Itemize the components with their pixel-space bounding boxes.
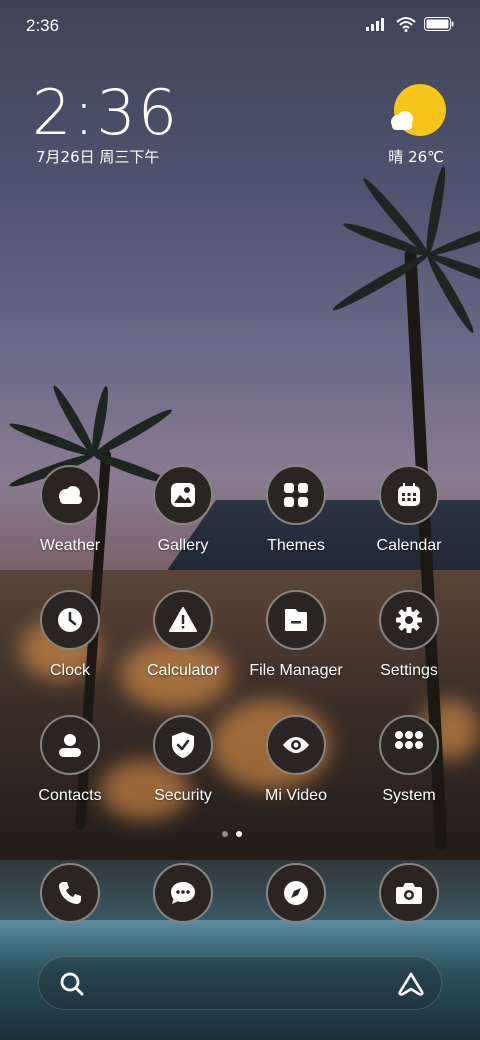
- app-settings[interactable]: Settings: [354, 590, 464, 680]
- app-mi-video[interactable]: Mi Video: [241, 715, 351, 805]
- weather-widget[interactable]: [386, 84, 446, 149]
- page-dot-active[interactable]: [236, 831, 242, 837]
- camera-icon[interactable]: [379, 863, 439, 923]
- file-manager-icon: [266, 590, 326, 650]
- compass-icon[interactable]: [266, 863, 326, 923]
- app-label: Calendar: [376, 537, 442, 554]
- app-security[interactable]: Security: [128, 715, 238, 805]
- page-indicator: [222, 831, 242, 837]
- app-label: Contacts: [38, 787, 102, 804]
- folder-icon: [379, 715, 439, 775]
- app-contacts[interactable]: Contacts: [15, 715, 125, 805]
- app-calendar[interactable]: Calendar: [354, 465, 464, 555]
- clock-icon: [40, 590, 100, 650]
- app-label: Weather: [39, 537, 101, 554]
- app-folder-system[interactable]: System: [354, 715, 464, 805]
- weather-icon: [40, 465, 100, 525]
- gallery-icon: [153, 465, 213, 525]
- weather-temperature: 26℃: [408, 148, 444, 166]
- status-icons: [366, 16, 454, 32]
- calendar-icon: [379, 465, 439, 525]
- app-weather[interactable]: Weather: [15, 465, 125, 555]
- app-label: Clock: [49, 662, 90, 679]
- app-label: System: [382, 787, 436, 804]
- weather-widget-text[interactable]: 晴 26℃: [388, 146, 444, 167]
- status-bar: 2:36: [0, 0, 480, 50]
- search-icon[interactable]: [59, 971, 85, 1002]
- gear-icon: [379, 590, 439, 650]
- phone-icon[interactable]: [40, 863, 100, 923]
- search-bar[interactable]: [38, 956, 442, 1010]
- app-label: Mi Video: [265, 787, 327, 804]
- clock-widget-time[interactable]: 2:36: [32, 76, 179, 149]
- wifi-icon: [396, 17, 416, 32]
- battery-icon: [424, 17, 454, 31]
- app-label: Settings: [380, 662, 438, 679]
- app-clock[interactable]: Clock: [15, 590, 125, 680]
- status-time: 2:36: [26, 16, 60, 35]
- app-themes[interactable]: Themes: [241, 465, 351, 555]
- page-dot[interactable]: [222, 831, 228, 837]
- assistant-icon[interactable]: [397, 971, 425, 1002]
- app-label: Gallery: [157, 537, 209, 554]
- app-label: File Manager: [249, 662, 343, 679]
- app-file-manager[interactable]: File Manager: [241, 590, 351, 680]
- app-gallery[interactable]: Gallery: [128, 465, 238, 555]
- eye-icon: [266, 715, 326, 775]
- app-label: Themes: [267, 537, 325, 554]
- contacts-icon: [40, 715, 100, 775]
- signal-icon: [366, 18, 384, 31]
- weather-condition: 晴: [388, 148, 404, 166]
- sunny-icon: [391, 84, 446, 136]
- calculator-icon: [153, 590, 213, 650]
- shield-icon: [153, 715, 213, 775]
- app-label: Security: [154, 787, 212, 804]
- clock-widget-date[interactable]: 7月26日 周三下午: [36, 146, 159, 167]
- themes-icon: [266, 465, 326, 525]
- app-label: Calculator: [146, 662, 220, 679]
- app-calculator[interactable]: Calculator: [128, 590, 238, 680]
- messages-icon[interactable]: [153, 863, 213, 923]
